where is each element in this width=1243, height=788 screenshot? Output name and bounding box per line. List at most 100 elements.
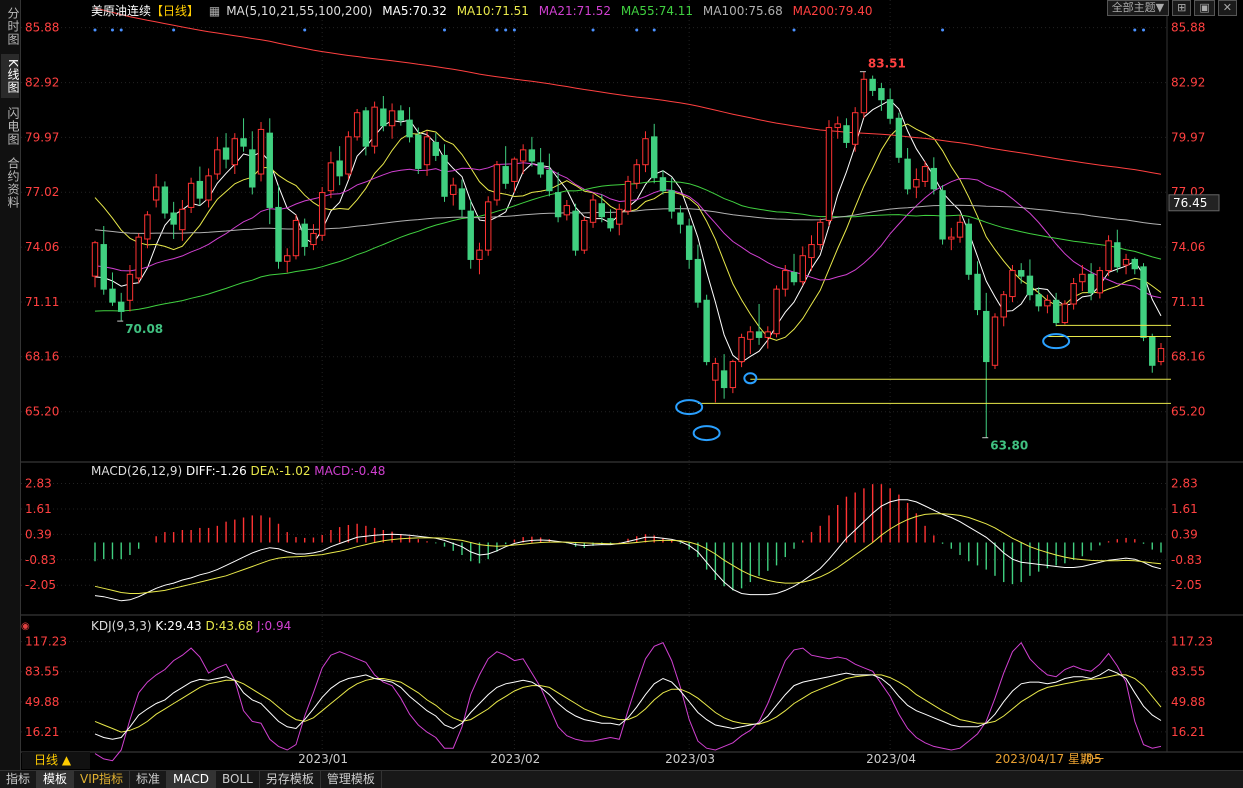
kdj-settings-icon[interactable]: ◉ [21,618,30,632]
price-tick-left: 71.11 [25,295,59,309]
close-icon[interactable]: ✕ [1217,0,1237,16]
candle-body [476,249,483,260]
candle-body [161,186,169,214]
candle-body [1114,242,1121,268]
signal-dot [512,28,516,32]
tab-save-template[interactable]: 另存模板 [260,771,321,788]
tab-contract-info[interactable]: 合约资料 [1,154,20,212]
macd-tick-right: -2.05 [1171,578,1202,592]
signal-dot [172,28,176,32]
tab-manage-templates[interactable]: 管理模板 [321,771,382,788]
candle-body [572,210,579,251]
candle-body [694,258,702,303]
restore-icon[interactable]: ▣ [1194,0,1215,16]
tab-standard[interactable]: 标准 [130,771,168,788]
extreme-label: 63.80 [990,439,1028,453]
ma5-value: MA5:70.32 [382,4,447,18]
price-tick-left: 77.02 [25,185,59,199]
chart-area[interactable]: 85.88 85.88 82.92 82.92 79.97 79.97 77.02 77.02… [21,0,1243,770]
candle-body [974,273,981,311]
macd-hist-value: MACD:-0.48 [314,464,386,478]
candle-body [799,255,806,283]
price-legend: 美原油连续【日线】 ▦ MA(5,10,21,55,100,200) MA5:70… [91,2,878,18]
signal-dot [119,28,123,32]
kdj-tick-left: 16.21 [25,725,59,739]
candle-body [528,149,536,162]
tab-boll[interactable]: BOLL [216,771,260,788]
candle-body [1079,273,1086,283]
candle-body [1096,270,1104,294]
kdj-tick-right: 16.21 [1171,725,1205,739]
candle-body [152,186,160,201]
candle-body [651,136,658,179]
candle-body [231,138,239,166]
theme-select-button[interactable]: 全部主题▼ [1106,0,1170,16]
candle-body [284,255,291,262]
candle-body [703,299,710,363]
kdj-tick-left: 83.55 [25,665,59,679]
date-tick-label: /05 [1082,752,1101,766]
tab-kline-chart[interactable]: K线图 [1,54,20,98]
candle-body [930,167,938,190]
ma5-line [94,99,1162,363]
candle-body [633,164,640,184]
price-tick-right: 74.06 [1171,240,1205,254]
ma200-value: MA200:79.40 [792,4,873,18]
tab-indicators[interactable]: 指标 [0,771,38,788]
candle-body [755,331,763,338]
candle-body [493,164,501,201]
add-icon[interactable]: ⊞ [1172,0,1192,16]
signal-dot [443,28,447,32]
price-tick-left: 74.06 [25,240,59,254]
tab-macd[interactable]: MACD [167,771,217,788]
candle-body [738,336,745,363]
candle-body [1131,258,1138,270]
candle-body [1000,294,1007,318]
kdj-d-line [94,674,1162,733]
tab-time-chart[interactable]: 分时图 [1,4,20,48]
ma200-line [94,7,1162,175]
candle-body [1140,266,1147,338]
candle-body [397,110,405,121]
candle-body [126,273,134,301]
ma55-value: MA55:74.11 [620,4,694,18]
candle-body [537,162,544,175]
kdj-tick-right: 49.88 [1171,695,1205,709]
extreme-label: 83.51 [868,57,906,71]
extreme-label: 70.08 [125,322,163,336]
candle-body [450,184,457,195]
chart-svg[interactable]: 85.88 85.8882.92 82.9279.97 79.9777.02 77.02… [21,0,1243,770]
candle-body [432,141,439,156]
candle-body [109,288,116,303]
candle-body [773,288,780,335]
candle-body [415,134,422,169]
signal-dot [941,28,945,32]
price-tick-right: 79.97 [1171,130,1205,144]
candle-body [554,192,562,218]
candle-body [310,232,317,246]
candle-body [808,244,815,259]
kdj-tick-right: 83.55 [1171,665,1205,679]
candle-body [921,166,929,182]
tab-templates[interactable]: 模板 [37,771,75,788]
candle-body [362,110,370,147]
candle-body [170,212,177,225]
candle-body [196,180,204,199]
period-switch-button[interactable]: 日线 ▲ [22,752,90,769]
candle-body [904,158,911,190]
candle-body [406,119,413,138]
candle-body [895,117,903,158]
price-tick-right: 82.92 [1171,76,1205,90]
candle-body [983,310,990,363]
tab-vip-indicators[interactable]: VIP指标 [74,771,131,788]
candle-body [1044,299,1051,307]
candle-body [423,136,431,166]
tab-flash-chart[interactable]: 闪电图 [1,104,20,148]
signal-dot [591,28,595,32]
candle-body [484,201,492,251]
macd-legend: MACD(26,12,9) DIFF:-1.26 DEA:-1.02 MACD:… [91,464,385,478]
kdj-tick-left: 49.88 [25,695,59,709]
candle-body [851,112,859,145]
candle-body [1052,299,1060,324]
candle-body [991,316,999,366]
